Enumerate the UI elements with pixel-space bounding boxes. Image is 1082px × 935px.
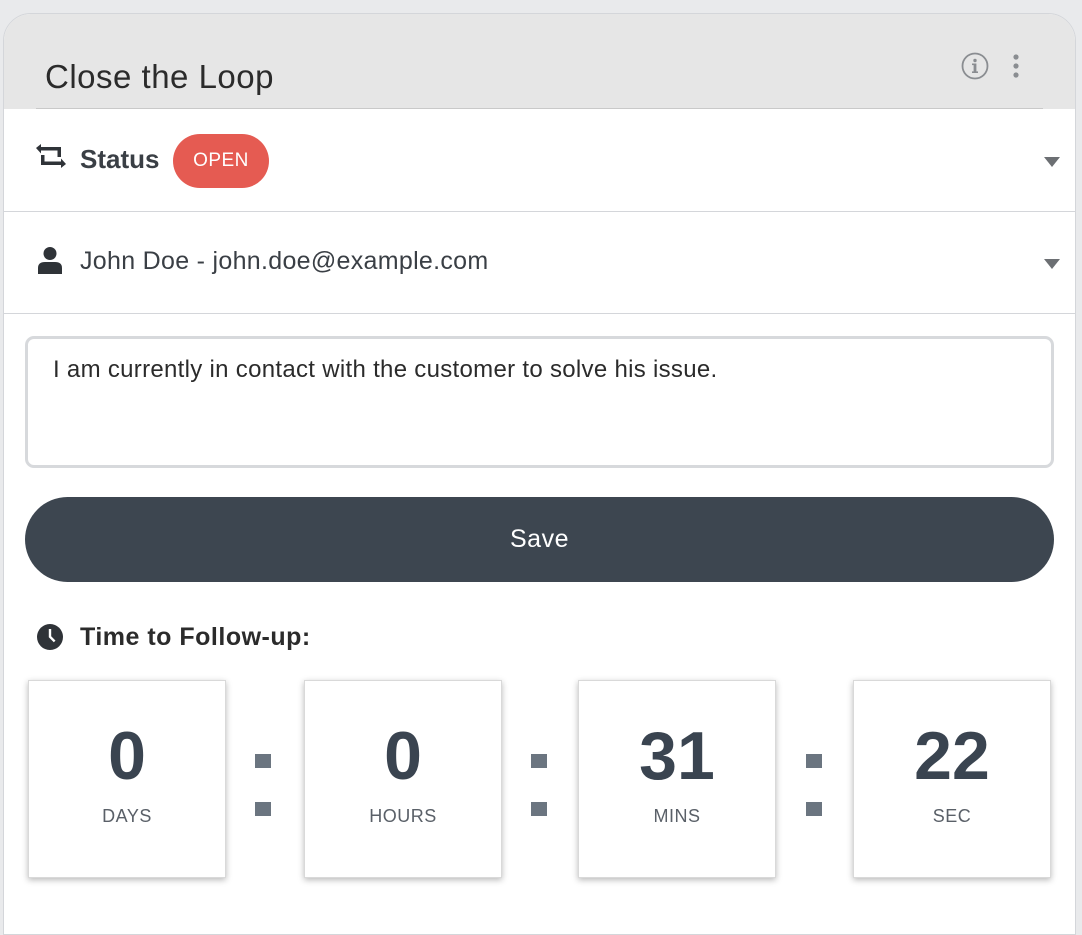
more-vertical-icon[interactable] bbox=[1006, 52, 1026, 80]
countdown-separator bbox=[255, 754, 271, 816]
card-header: Close the Loop bbox=[4, 14, 1075, 109]
countdown-value: 22 bbox=[914, 718, 990, 794]
card-title: Close the Loop bbox=[45, 58, 274, 95]
clock-icon bbox=[37, 624, 63, 650]
save-button[interactable]: Save bbox=[25, 497, 1054, 582]
countdown-sec: 22 SEC bbox=[853, 680, 1051, 878]
countdown-value: 31 bbox=[639, 718, 715, 794]
countdown-days: 0 DAYS bbox=[28, 680, 226, 878]
chevron-down-icon bbox=[1044, 259, 1060, 269]
chevron-down-icon bbox=[1044, 157, 1060, 167]
status-dropdown[interactable]: Status OPEN bbox=[4, 110, 1075, 212]
countdown-hours: 0 HOURS bbox=[304, 680, 502, 878]
countdown-unit: DAYS bbox=[102, 806, 152, 826]
status-label: Status bbox=[80, 144, 160, 174]
countdown-unit: MINS bbox=[653, 806, 701, 826]
countdown-value: 0 bbox=[384, 718, 422, 794]
assignee-dropdown[interactable]: John Doe - john.doe@example.com bbox=[4, 212, 1075, 314]
countdown-separator bbox=[531, 754, 547, 816]
countdown-mins: 31 MINS bbox=[578, 680, 776, 878]
countdown-value: 0 bbox=[108, 718, 146, 794]
repeat-arrows-icon bbox=[36, 144, 66, 168]
status-badge: OPEN bbox=[173, 134, 269, 188]
user-icon bbox=[38, 247, 62, 274]
countdown-separator bbox=[806, 754, 822, 816]
header-divider bbox=[36, 108, 1043, 109]
note-text: I am currently in contact with the custo… bbox=[53, 356, 718, 383]
assignee-label: John Doe - john.doe@example.com bbox=[80, 247, 489, 275]
countdown-unit: SEC bbox=[932, 806, 972, 826]
close-the-loop-card: Close the Loop Status OPEN John Doe - jo bbox=[3, 13, 1076, 935]
followup-label: Time to Follow-up: bbox=[80, 623, 311, 651]
note-textarea[interactable]: I am currently in contact with the custo… bbox=[25, 336, 1054, 468]
countdown-unit: HOURS bbox=[369, 806, 437, 826]
info-icon[interactable] bbox=[961, 52, 989, 80]
